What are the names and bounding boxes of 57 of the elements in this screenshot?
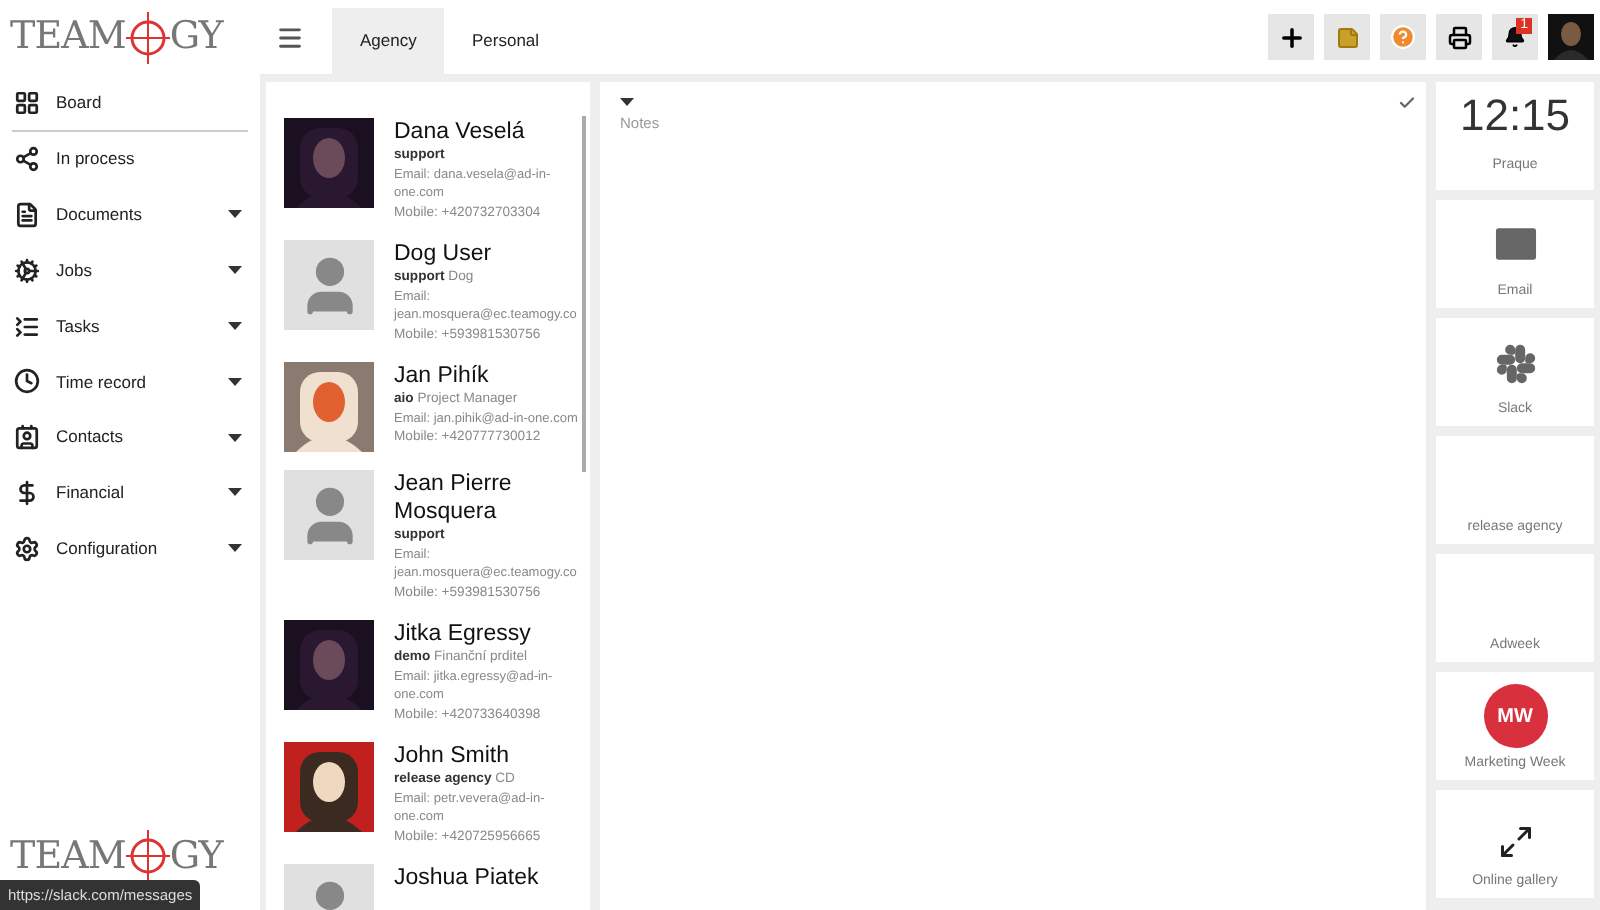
grid-icon [14,89,40,116]
contact-name[interactable]: John Smith [394,742,584,770]
caret-icon [228,488,242,497]
sidebar-item[interactable]: Jobs [12,242,248,299]
check-icon[interactable] [1398,94,1416,112]
sidebar-item[interactable]: Time record [12,353,248,410]
contact-name[interactable]: Jan Pihík [394,362,584,390]
contact-name[interactable]: Dog User [394,240,584,268]
sidebar-item[interactable]: Board [12,76,248,132]
note-button[interactable] [1324,14,1370,60]
sidebar-item[interactable]: Tasks [12,298,248,354]
bell-icon [1504,26,1526,48]
print-button[interactable] [1436,14,1482,60]
crosshair-icon [125,830,170,882]
sidebar-item[interactable]: Financial [12,465,248,521]
sidebar-item[interactable]: Configuration [12,520,248,577]
printer-icon [1447,25,1471,49]
sidebar-item[interactable]: Contacts [12,409,248,466]
contact-name[interactable]: Jitka Egressy [394,620,584,648]
list-icon [14,313,40,340]
contact-name[interactable]: Joshua Piatek [394,864,584,892]
plus-icon [1277,23,1305,51]
caret-icon [228,210,242,219]
user-avatar-button[interactable] [1548,14,1594,60]
contact-card-icon [14,424,40,451]
caret-icon [228,266,242,275]
clock-time: 12:15 [1459,93,1571,137]
clock-icon [14,368,40,395]
crosshair-icon [125,11,170,63]
dollar-icon [14,479,40,506]
note-icon [1335,25,1359,49]
menu-icon [276,23,304,51]
caret-icon [228,433,242,442]
share-icon [14,146,40,173]
expand-icon [1497,824,1533,860]
logo-text: TEAM [10,18,126,56]
cog-icon [14,257,40,284]
logo-text: GY [169,18,223,56]
add-button[interactable] [1268,14,1314,60]
caret-icon [228,377,242,386]
logo-text: TEAM [10,837,126,875]
sidebar-item[interactable]: In process [12,131,248,188]
dropdown-caret-icon [620,98,634,106]
contact-name[interactable]: Jean Pierre Mosquera [394,470,584,526]
help-icon [1390,24,1416,50]
caret-icon [228,544,242,553]
marketing-week-logo: MW [1483,684,1547,748]
tab[interactable]: Agency [332,8,444,74]
contact-name[interactable]: Dana Veselá [394,118,584,146]
caret-icon [228,322,242,331]
slack-icon [1495,344,1535,384]
scrollbar[interactable] [582,116,586,472]
sidebar-item[interactable]: Documents [12,187,248,243]
menu-button[interactable] [276,23,304,51]
settings-icon [14,535,40,562]
logo-text: GY [169,837,223,875]
document-icon [14,201,40,228]
